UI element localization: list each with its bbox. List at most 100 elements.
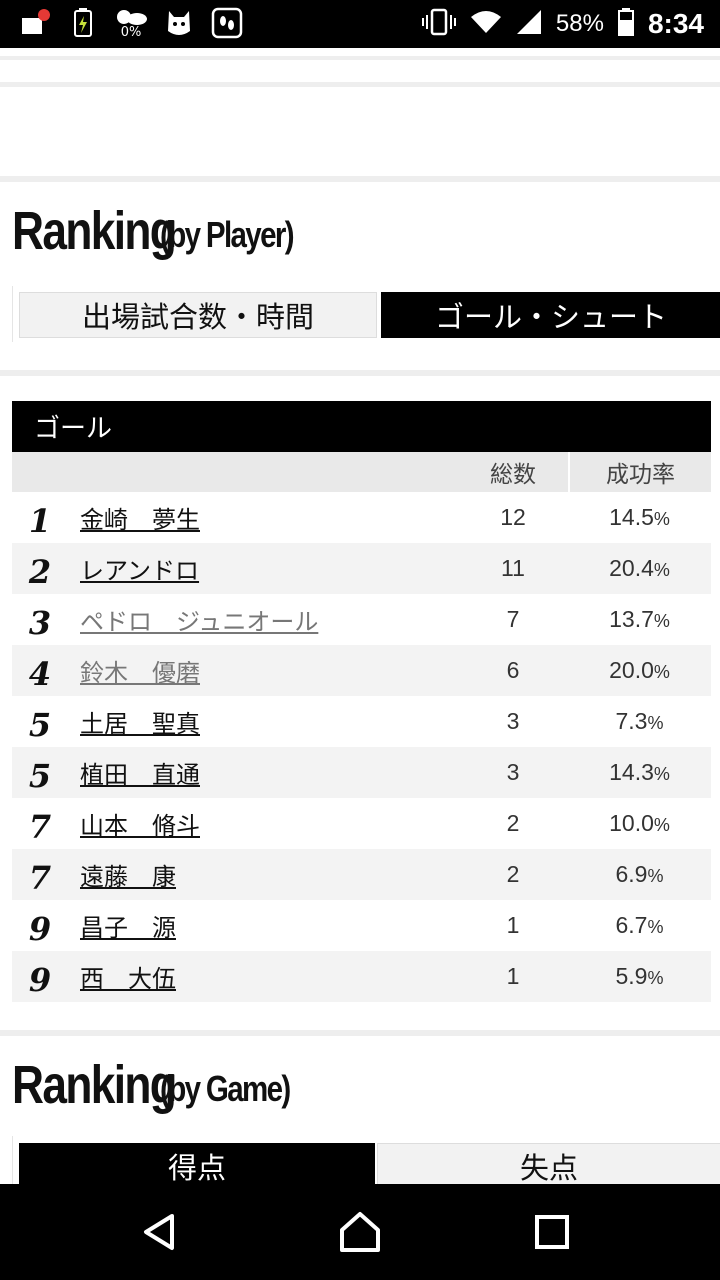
rank-number: 2 [28, 552, 52, 591]
rank-number: 5 [28, 705, 52, 744]
rate-unit: % [653, 815, 670, 835]
col-total: 総数 [490, 462, 536, 488]
rank-number: 4 [28, 654, 52, 693]
table-body: 1 金崎 夢生 12 14.5% 2 レアンドロ 11 20.4% 3 ペドロ ジュニオール 7 13… [12, 492, 711, 1002]
rate-unit: % [647, 866, 664, 886]
player-name-link[interactable]: 金崎 夢生 [68, 500, 458, 535]
weather-icon: 0% [114, 6, 148, 40]
heading-sub: (by Game) [160, 1068, 291, 1109]
app-mascot-icon [162, 6, 196, 40]
rate-value: 14.5 [609, 504, 654, 530]
table-title: ゴール [12, 401, 711, 452]
page-content[interactable]: Ranking (by Player) 出場試合数・時間 ゴール・シュート ゴー… [0, 48, 720, 1184]
player-name-link[interactable]: レアンドロ [68, 551, 458, 586]
clock: 8:34 [647, 8, 704, 39]
status-bar: 0% 58% 8:34 [0, 0, 720, 48]
tab-goals-scored[interactable]: 得点 [19, 1143, 375, 1184]
home-icon[interactable] [336, 1208, 384, 1256]
player-name-link[interactable]: 植田 直通 [68, 755, 458, 790]
divider [0, 370, 720, 376]
back-icon[interactable] [136, 1208, 184, 1256]
recents-icon[interactable] [528, 1208, 576, 1256]
player-ranking-tabs: 出場試合数・時間 ゴール・シュート [12, 286, 720, 342]
rate-value: 10.0 [609, 810, 654, 836]
rate-unit: % [653, 662, 670, 682]
table-row: 2 レアンドロ 11 20.4% [12, 543, 711, 594]
rate-value: 20.0 [609, 657, 654, 683]
col-rate: 成功率 [568, 452, 711, 492]
success-rate: 14.3% [568, 759, 711, 786]
battery-saver-icon [66, 6, 100, 40]
table-row: 3 ペドロ ジュニオール 7 13.7% [12, 594, 711, 645]
rank-number: 9 [28, 909, 52, 948]
player-name-link[interactable]: 西 大伍 [68, 959, 458, 994]
table-row: 7 遠藤 康 2 6.9% [12, 849, 711, 900]
divider [0, 82, 720, 87]
rate-unit: % [653, 509, 670, 529]
tab-goals-conceded[interactable]: 失点 [377, 1143, 720, 1184]
table-row: 9 昌子 源 1 6.7% [12, 900, 711, 951]
col-name [68, 452, 458, 492]
rate-unit: % [653, 560, 670, 580]
success-rate: 6.7% [568, 912, 711, 939]
success-rate: 20.0% [568, 657, 711, 684]
rate-value: 6.7 [615, 912, 648, 938]
game-ranking-heading: Ranking (by Game) [12, 1054, 291, 1116]
rate-unit: % [647, 713, 664, 733]
rate-value: 14.3 [609, 759, 654, 785]
goal-total: 2 [506, 861, 520, 887]
signal-icon [516, 9, 542, 40]
rate-unit: % [653, 764, 670, 784]
heading-sub: (by Player) [160, 214, 295, 255]
goal-table: ゴール 総数 成功率 1 金崎 夢生 12 14.5% 2 レアンドロ 11 20.4% 3 ペド… [12, 401, 711, 1002]
game-ranking-tabs: 得点 失点 [12, 1136, 720, 1184]
table-header: 総数 成功率 [12, 452, 711, 492]
success-rate: 13.7% [568, 606, 711, 633]
player-name-link[interactable]: 遠藤 康 [68, 857, 458, 892]
rate-value: 13.7 [609, 606, 654, 632]
goal-total: 12 [500, 504, 526, 530]
divider [0, 1030, 720, 1036]
rate-value: 20.4 [609, 555, 654, 581]
success-rate: 14.5% [568, 504, 711, 531]
success-rate: 6.9% [568, 861, 711, 888]
rate-unit: % [647, 968, 664, 988]
player-name-link[interactable]: 土居 聖真 [68, 704, 458, 739]
wifi-icon [470, 9, 502, 40]
rate-unit: % [653, 611, 670, 631]
goal-total: 1 [506, 963, 520, 989]
divider [0, 56, 720, 60]
player-name-link[interactable]: 昌子 源 [68, 908, 458, 943]
table-row: 5 植田 直通 3 14.3% [12, 747, 711, 798]
heading-main: Ranking [12, 1055, 177, 1115]
table-row: 9 西 大伍 1 5.9% [12, 951, 711, 1002]
battery-icon [617, 7, 634, 41]
rank-number: 1 [28, 501, 52, 540]
battery-percentage: 58% [555, 10, 604, 37]
rank-number: 7 [28, 807, 52, 846]
goal-total: 11 [501, 555, 525, 581]
table-row: 1 金崎 夢生 12 14.5% [12, 492, 711, 543]
success-rate: 5.9% [568, 963, 711, 990]
rank-number: 9 [28, 960, 52, 999]
status-left-icons: 0% [18, 6, 244, 40]
table-row: 5 土居 聖真 3 7.3% [12, 696, 711, 747]
tab-appearances[interactable]: 出場試合数・時間 [19, 292, 377, 338]
success-rate: 7.3% [568, 708, 711, 735]
goal-total: 6 [506, 657, 520, 683]
rate-unit: % [647, 917, 664, 937]
divider [0, 176, 720, 182]
rank-number: 3 [28, 603, 52, 642]
player-name-link[interactable]: ペドロ ジュニオール [68, 602, 458, 637]
rate-value: 5.9 [615, 963, 648, 989]
vibrate-icon [421, 8, 456, 41]
goal-total: 3 [506, 759, 520, 785]
rate-value: 7.3 [615, 708, 648, 734]
rank-number: 5 [28, 756, 52, 795]
navigation-bar [0, 1184, 720, 1280]
player-name-link[interactable]: 山本 脩斗 [68, 806, 458, 841]
tab-goals-shots[interactable]: ゴール・シュート [381, 292, 720, 338]
table-row: 4 鈴木 優磨 6 20.0% [12, 645, 711, 696]
status-right: 58% 8:34 [421, 0, 704, 48]
player-name-link[interactable]: 鈴木 優磨 [68, 653, 458, 688]
